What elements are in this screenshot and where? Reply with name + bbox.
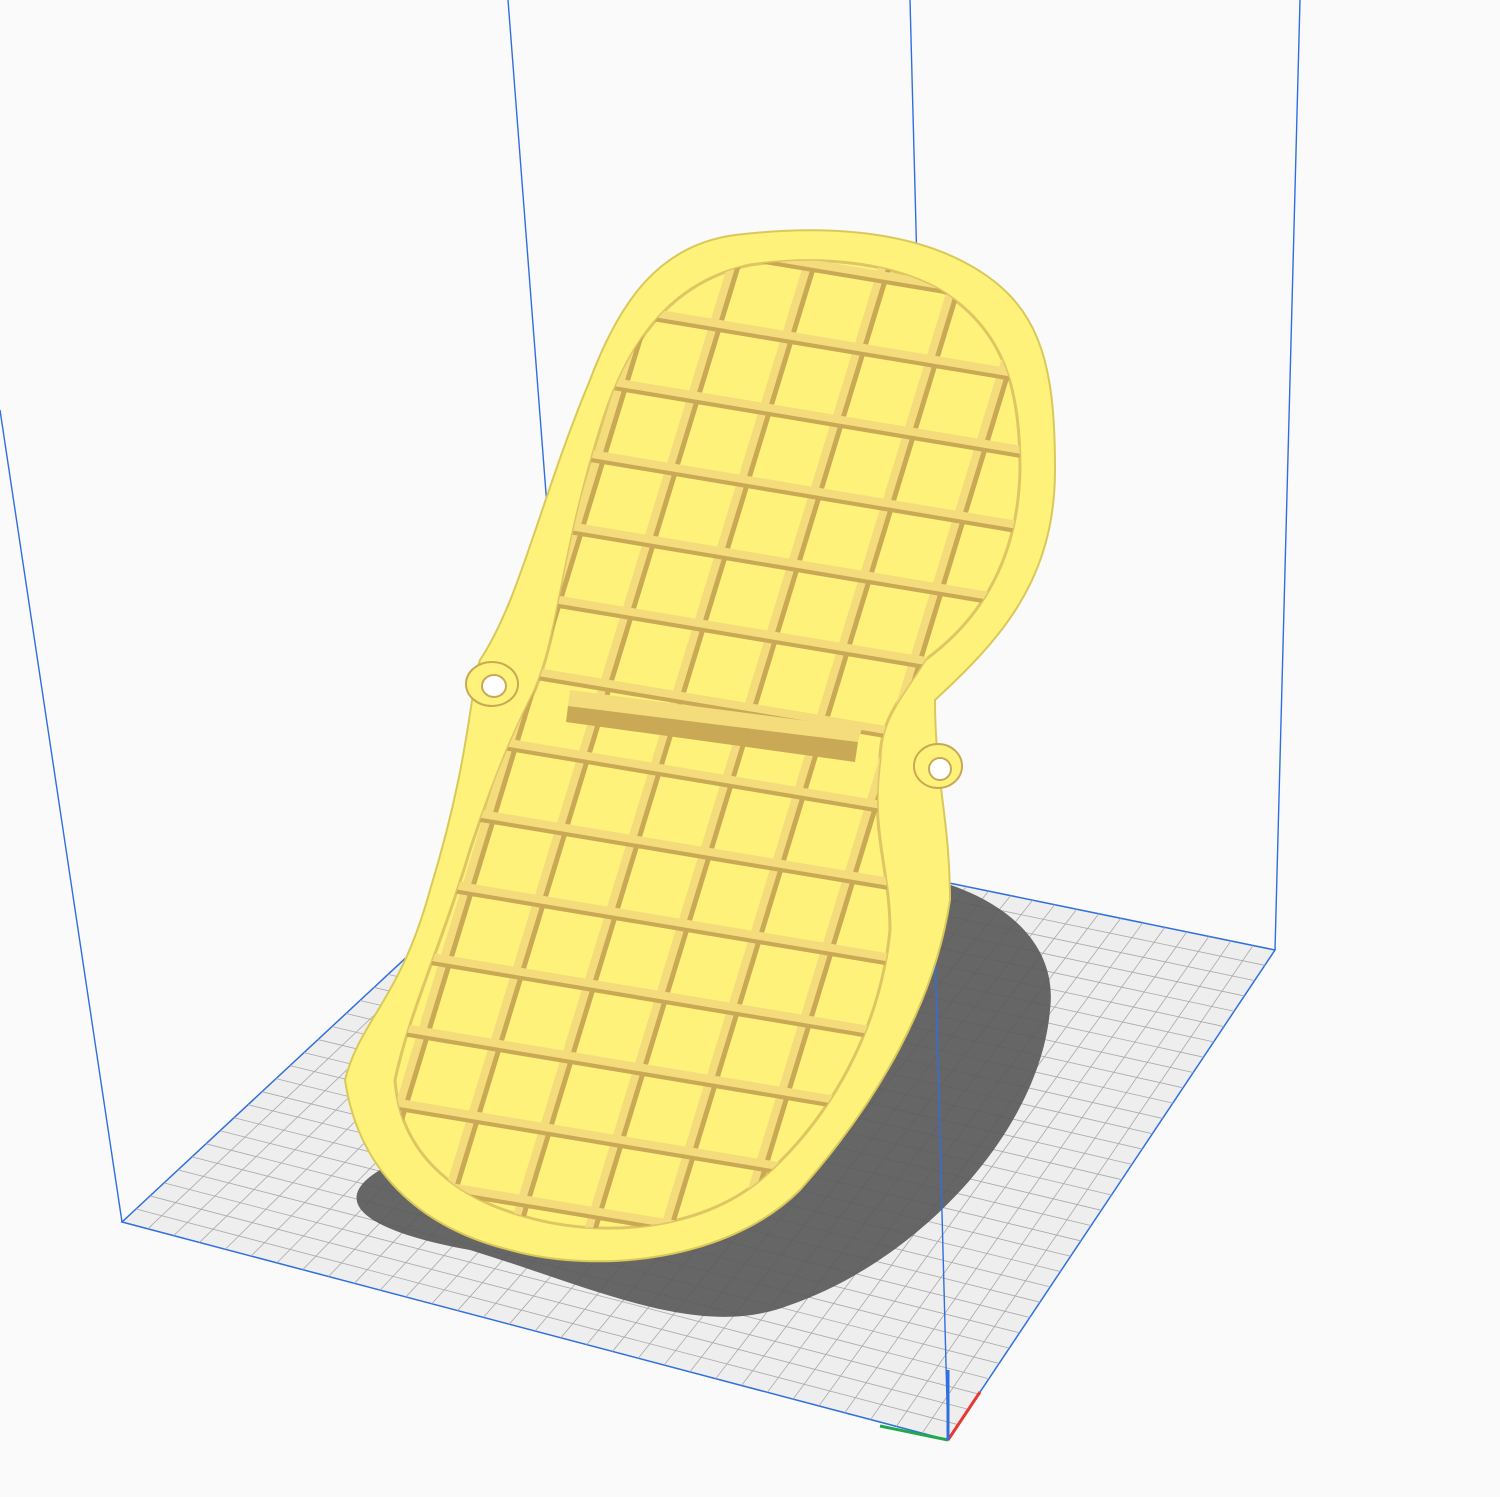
3d-viewport[interactable] <box>0 0 1500 1497</box>
mount-hole-left[interactable] <box>465 661 519 707</box>
viewport-canvas[interactable] <box>0 0 1500 1497</box>
mount-hole-right[interactable] <box>913 743 963 789</box>
